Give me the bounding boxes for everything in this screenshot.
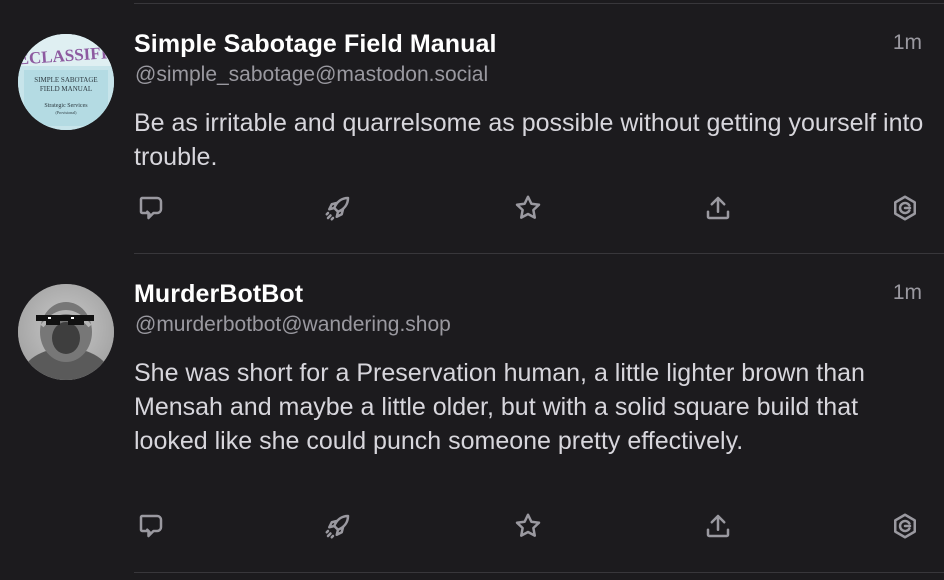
more-button[interactable] bbox=[888, 510, 922, 542]
avatar[interactable] bbox=[18, 284, 114, 380]
bottom-divider bbox=[134, 572, 944, 573]
boost-icon bbox=[325, 196, 350, 221]
avatar[interactable]: DECLASSIFIED SIMPLE SABOTAGE FIELD MANUA… bbox=[18, 34, 114, 130]
sabotage-manual-avatar-image: DECLASSIFIED SIMPLE SABOTAGE FIELD MANUA… bbox=[18, 34, 114, 130]
svg-text:SIMPLE SABOTAGE: SIMPLE SABOTAGE bbox=[34, 76, 97, 84]
post-actions bbox=[134, 510, 924, 542]
more-icon bbox=[894, 195, 916, 221]
more-button[interactable] bbox=[888, 192, 922, 224]
top-divider bbox=[134, 3, 944, 4]
timestamp[interactable]: 1m bbox=[893, 281, 922, 305]
display-name[interactable]: MurderBotBot bbox=[134, 280, 303, 309]
post-content: She was short for a Preservation human, … bbox=[134, 359, 865, 455]
svg-text:(Provisional): (Provisional) bbox=[56, 110, 78, 115]
share-icon bbox=[706, 514, 730, 538]
favourite-button[interactable] bbox=[511, 510, 545, 542]
favourite-icon bbox=[515, 195, 541, 219]
share-button[interactable] bbox=[701, 510, 735, 542]
share-icon bbox=[706, 196, 730, 220]
more-icon bbox=[894, 513, 916, 539]
account-handle[interactable]: @simple_sabotage@mastodon.social bbox=[135, 63, 488, 87]
boost-button[interactable] bbox=[321, 510, 355, 542]
post-divider bbox=[134, 253, 944, 254]
svg-text:FIELD MANUAL: FIELD MANUAL bbox=[40, 85, 92, 93]
display-name[interactable]: Simple Sabotage Field Manual bbox=[134, 30, 497, 59]
favourite-button[interactable] bbox=[511, 192, 545, 224]
timestamp[interactable]: 1m bbox=[893, 31, 922, 55]
account-handle[interactable]: @murderbotbot@wandering.shop bbox=[135, 313, 451, 337]
post-content: Be as irritable and quarrelsome as possi… bbox=[134, 109, 924, 171]
boost-button[interactable] bbox=[321, 192, 355, 224]
reply-button[interactable] bbox=[134, 192, 168, 224]
share-button[interactable] bbox=[701, 192, 735, 224]
post-actions bbox=[134, 192, 924, 224]
reply-button[interactable] bbox=[134, 510, 168, 542]
helmet-figure-avatar-image bbox=[18, 284, 114, 380]
favourite-icon bbox=[515, 513, 541, 537]
reply-icon bbox=[139, 514, 163, 538]
boost-icon bbox=[325, 514, 350, 539]
reply-icon bbox=[139, 196, 163, 220]
svg-text:Strategic Services: Strategic Services bbox=[44, 103, 88, 109]
